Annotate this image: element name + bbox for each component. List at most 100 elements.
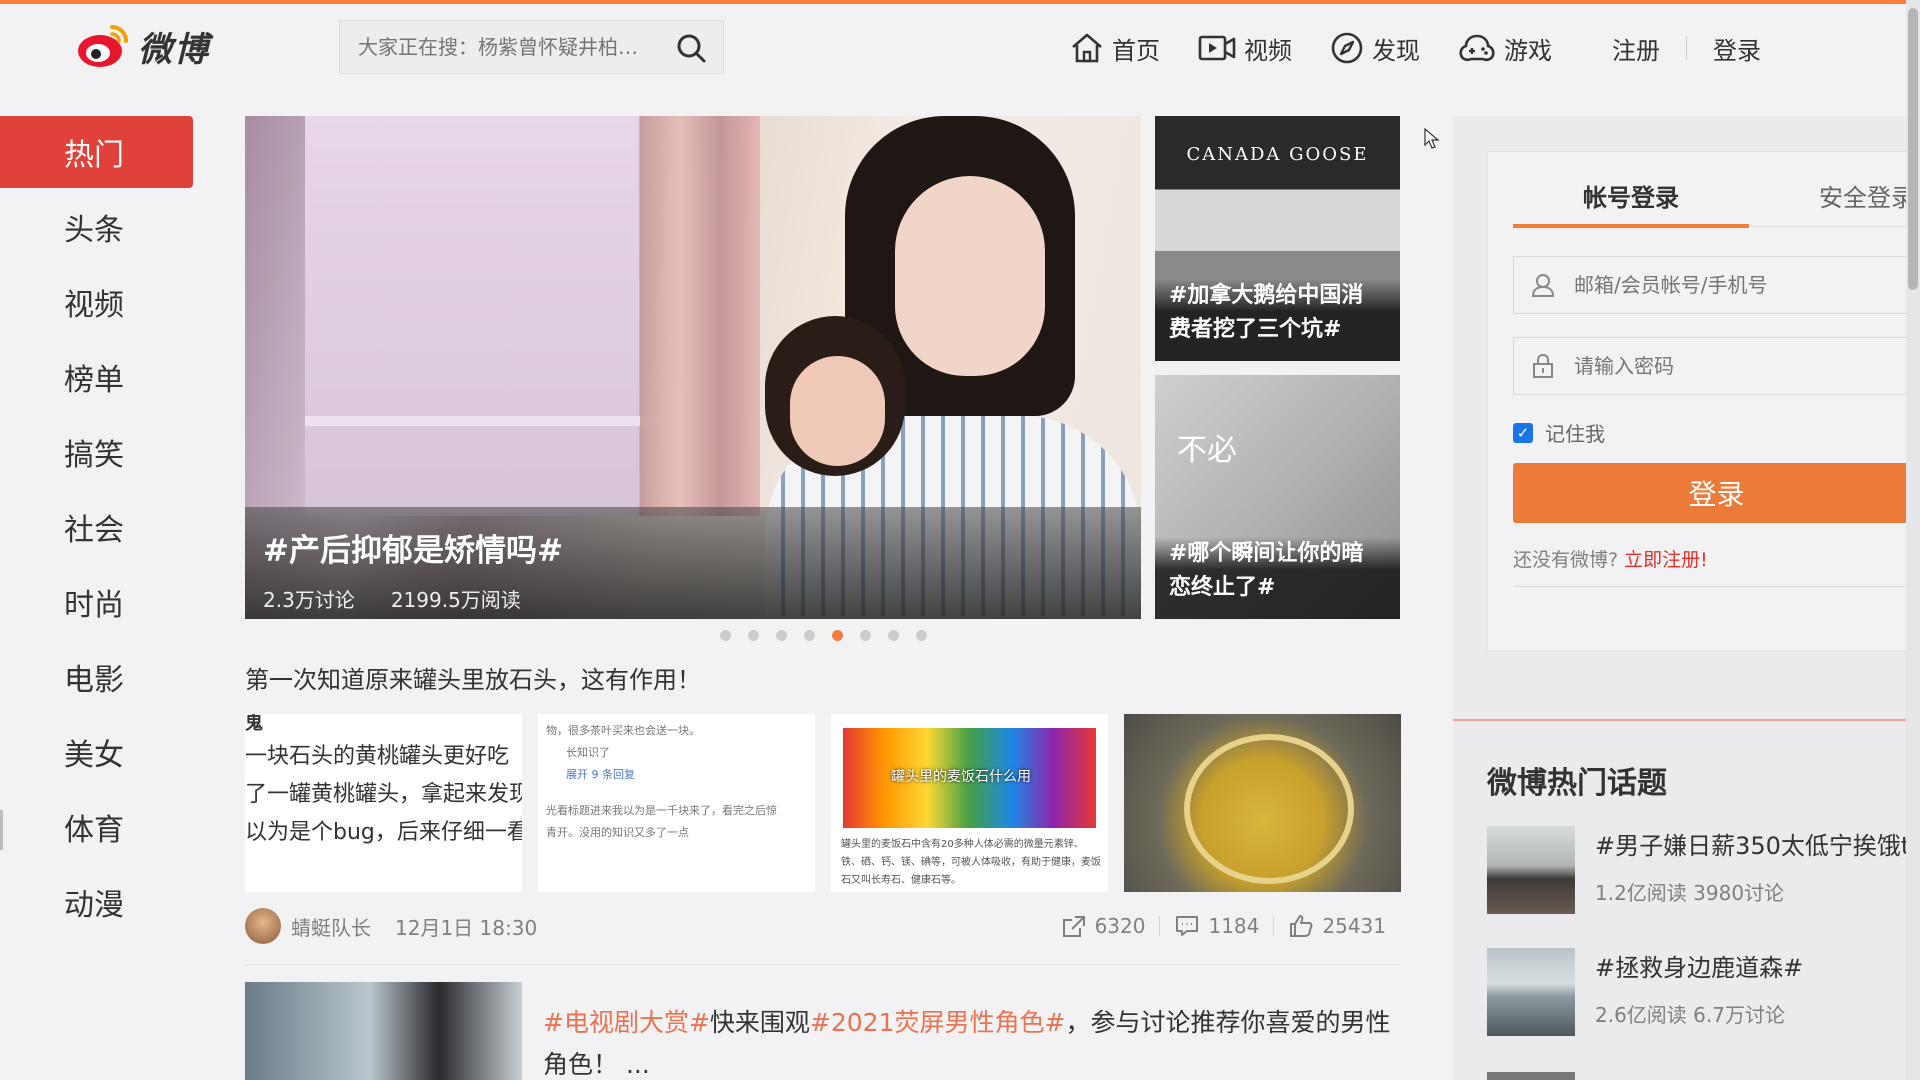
password-field [1513,337,1920,395]
hot-topic-item-partial[interactable] [1487,1072,1920,1080]
remember-me[interactable]: ✓ 记住我 [1513,418,1605,447]
main-slide-title[interactable]: #产后抑郁是矫情吗# [263,525,1123,570]
side-card-2-title-line1: #哪个瞬间让你的暗 [1169,541,1364,566]
register-prompt: 还没有微博? 立即注册! [1513,545,1708,572]
header: 微博 首页 视频 [0,4,1920,88]
search-icon[interactable] [675,32,707,64]
like-button[interactable]: 25431 [1274,914,1400,938]
post-thumbnail-3[interactable]: 罐头里的麦饭石什么用 罐头里的麦饭石中含有20多种人体必需的微量元素锌、铁、硒、… [831,714,1108,892]
sidebar-item-hot[interactable]: 热门 [0,116,193,188]
weibo-eye-icon [78,25,128,67]
side-card-1-caption: #加拿大鹅给中国消 费者挖了三个坑# [1155,279,1400,361]
hot-topic-thumbnail[interactable] [1487,826,1575,914]
password-input[interactable] [1574,354,1904,378]
thumb2-line4: 光看标题进来我以为是一千块来了，看完之后惊 [546,804,777,817]
carousel-dot[interactable] [888,630,899,641]
carousel-main-slide[interactable]: #产后抑郁是矫情吗# 2.3万讨论 2199.5万阅读 [245,116,1141,619]
hot-topic-reads: 1.2亿阅读 [1595,881,1687,905]
search-box [339,20,724,74]
thumb1-line1: 一块石头的黄桃罐头更好吃 [245,744,510,769]
hot-topic-thumbnail[interactable] [1487,1072,1575,1080]
post-thumbnail-4[interactable] [1124,714,1401,892]
store-sign: CANADA GOOSE [1186,144,1369,165]
username-input[interactable] [1574,273,1904,297]
nav-home[interactable]: 首页 [1070,31,1160,66]
post-divider [245,964,1400,965]
register-link[interactable]: 注册 [1612,31,1660,66]
post-author[interactable]: 蜻蜓队长 [291,912,371,941]
hot-topic-thumbnail[interactable] [1487,948,1575,1036]
thumb1-line3: 以为是个bug，后来仔细一看 [245,820,522,845]
post-title[interactable]: 第一次知道原来罐头里放石头，这有作用！ [245,660,701,695]
carousel-dot[interactable] [860,630,871,641]
nav-home-label: 首页 [1112,36,1160,65]
carousel-side-card-1[interactable]: CANADA GOOSE #加拿大鹅给中国消 费者挖了三个坑# [1155,116,1400,361]
thumb2-line1: 物，很多茶叶买来也会送一块。 [546,724,700,737]
category-sidebar: 热门 头条 视频 榜单 搞笑 社会 时尚 电影 美女 体育 动漫 [0,116,193,941]
login-link[interactable]: 登录 [1713,31,1761,66]
sidebar-item-fashion[interactable]: 时尚 [0,566,193,638]
like-count: 25431 [1322,914,1386,938]
hot-topic-reads: 2.6亿阅读 [1595,1003,1687,1027]
post2-text: #电视剧大赏#快来围观#2021荧屏男性角色#，参与讨论推荐你喜爱的男性角色！ … [543,1002,1393,1080]
hot-topic-title[interactable]: #男子嫌日薪350太低宁挨饿t [1595,826,1910,861]
nav-video[interactable]: 视频 [1198,31,1292,66]
post2-hashtag-1[interactable]: #电视剧大赏# [543,1008,710,1037]
carousel-dot[interactable] [748,630,759,641]
sidebar-item-society[interactable]: 社会 [0,491,193,563]
login-button[interactable]: 登录 [1513,463,1920,523]
main-slide-caption: #产后抑郁是矫情吗# 2.3万讨论 2199.5万阅读 [245,507,1141,619]
carousel-dot[interactable] [804,630,815,641]
thumbs-up-icon [1290,915,1313,937]
scrollbar-thumb[interactable] [1908,8,1918,290]
sidebar-item-anime[interactable]: 动漫 [0,866,193,938]
nav-games-label: 游戏 [1504,36,1552,65]
hot-topics-title: 微博热门话题 [1487,766,1667,801]
sidebar-item-headlines[interactable]: 头条 [0,191,193,263]
hot-topic-title[interactable]: #拯救身边鹿道森# [1595,948,1803,983]
top-nav: 首页 视频 发现 游戏 注册 登录 [1070,26,1793,70]
main-slide-reads: 2199.5万阅读 [390,588,521,612]
carousel-dot[interactable] [776,630,787,641]
sidebar-item-funny[interactable]: 搞笑 [0,416,193,488]
register-now-link[interactable]: 立即注册! [1624,549,1708,571]
post-thumbnail-1[interactable]: 鬼 一块石头的黄桃罐头更好吃 了一罐黄桃罐头，拿起来发现 以为是个bug，后来仔… [245,714,522,892]
nav-discover-label: 发现 [1372,36,1420,65]
sidebar-item-movies[interactable]: 电影 [0,641,193,713]
sidebar-item-sports[interactable]: 体育 [0,791,193,863]
carousel-dot[interactable] [832,630,843,641]
side-card-2-overlay: 不必 [1177,433,1237,468]
scrollbar[interactable] [1906,0,1920,1080]
nav-discover[interactable]: 发现 [1330,31,1420,66]
remember-checkbox[interactable]: ✓ [1513,422,1533,443]
post2-thumbnail[interactable] [245,982,522,1080]
hot-topic-item[interactable]: #男子嫌日薪350太低宁挨饿t 1.2亿阅读 3980讨论 [1487,826,1920,914]
sidebar-item-rankings[interactable]: 榜单 [0,341,193,413]
hot-topic-item[interactable]: #拯救身边鹿道森# 2.6亿阅读 6.7万讨论 [1487,948,1920,1036]
video-icon [1198,35,1236,61]
hot-topic-stats: 1.2亿阅读 3980讨论 [1595,877,1910,906]
carousel-side-card-2[interactable]: 不必 #哪个瞬间让你的暗 恋终止了# [1155,375,1400,619]
hot-topics-divider [1453,719,1908,721]
sidebar-item-beauty[interactable]: 美女 [0,716,193,788]
thumb2-line5: 青开。没用的知识又多了一点 [546,826,689,839]
hot-topic-discussions: 6.7万讨论 [1693,1003,1785,1027]
remember-label: 记住我 [1545,422,1605,446]
tab-secure-login[interactable]: 安全登录 [1819,178,1915,213]
weibo-logo[interactable]: 微博 [76,18,210,74]
tab-account-login[interactable]: 帐号登录 [1583,178,1679,213]
search-input[interactable] [358,35,668,59]
side-card-1-title-line2: 费者挖了三个坑# [1169,317,1342,342]
post-thumbnail-2[interactable]: 物，很多茶叶买来也会送一块。 长知识了 展开 9 条回复 光看标题进来我以为是一… [538,714,815,892]
sidebar-item-video[interactable]: 视频 [0,266,193,338]
login-tabs: 帐号登录 安全登录 [1513,170,1920,228]
avatar[interactable] [245,908,281,944]
comment-button[interactable]: 1184 [1160,914,1273,938]
post2-hashtag-2[interactable]: #2021荧屏男性角色# [810,1008,1066,1037]
share-button[interactable]: 6320 [1047,914,1160,938]
carousel-dot[interactable] [916,630,927,641]
carousel-dot[interactable] [720,630,731,641]
main-slide-discussions: 2.3万讨论 [263,588,355,612]
carousel-dots [720,630,927,641]
nav-games[interactable]: 游戏 [1458,31,1552,66]
